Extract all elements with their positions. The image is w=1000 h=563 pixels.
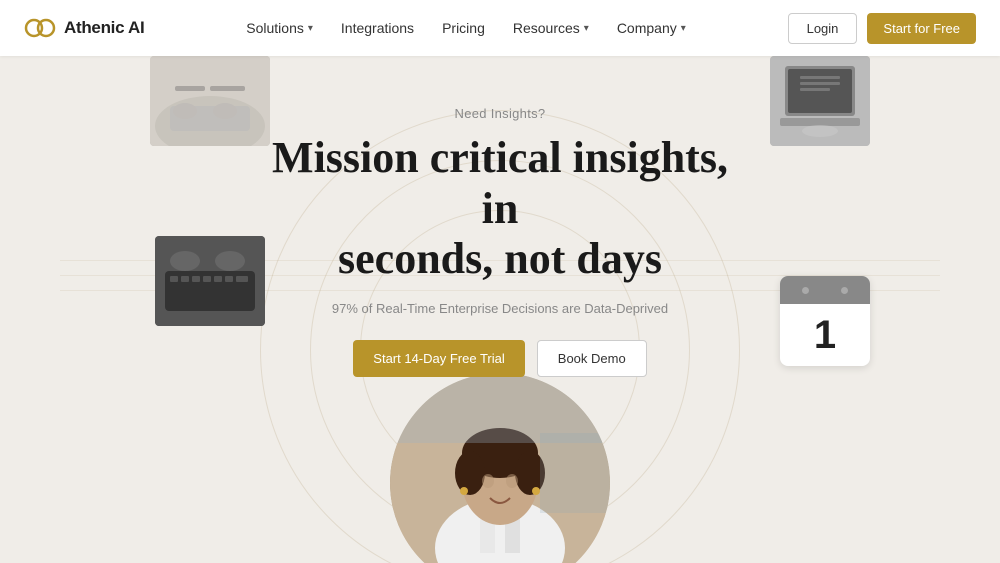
chevron-down-icon: ▾ <box>308 23 313 34</box>
start-free-button[interactable]: Start for Free <box>867 13 976 44</box>
keyboard-dark-image <box>155 236 265 326</box>
floating-image-mid-left <box>155 236 265 326</box>
nav-solutions[interactable]: Solutions ▾ <box>246 20 313 36</box>
calendar-widget: 1 <box>780 276 870 366</box>
laptop-overhead-image <box>770 56 870 146</box>
calendar-body: 1 <box>780 304 870 366</box>
demo-button[interactable]: Book Demo <box>537 340 647 377</box>
chevron-down-icon: ▾ <box>584 23 589 34</box>
floating-image-top-right <box>770 56 870 146</box>
navbar: Athenic AI Solutions ▾ Integrations Pric… <box>0 0 1000 56</box>
calendar-header <box>780 276 870 304</box>
logo-text: Athenic AI <box>64 18 144 38</box>
hero-buttons: Start 14-Day Free Trial Book Demo <box>250 340 750 377</box>
hero-section: Need Insights? Mission critical insights… <box>250 106 750 377</box>
logo-area: Athenic AI <box>24 18 144 38</box>
calendar-dot-left <box>802 287 809 294</box>
trial-button[interactable]: Start 14-Day Free Trial <box>353 340 525 377</box>
login-button[interactable]: Login <box>788 13 858 44</box>
nav-company[interactable]: Company ▾ <box>617 20 686 36</box>
nav-menu: Solutions ▾ Integrations Pricing Resourc… <box>246 20 686 36</box>
nav-resources[interactable]: Resources ▾ <box>513 20 589 36</box>
main-content: 1 Need Insights? Mission critical insigh… <box>0 56 1000 563</box>
calendar-day-number: 1 <box>814 315 836 355</box>
hero-title: Mission critical insights, in seconds, n… <box>250 133 750 285</box>
logo-icon <box>24 18 56 38</box>
hero-subtitle: Need Insights? <box>250 106 750 121</box>
chevron-down-icon: ▾ <box>681 23 686 34</box>
nav-actions: Login Start for Free <box>788 13 976 44</box>
nav-integrations[interactable]: Integrations <box>341 20 414 36</box>
hero-description: 97% of Real-Time Enterprise Decisions ar… <box>250 301 750 316</box>
nav-pricing[interactable]: Pricing <box>442 20 485 36</box>
calendar-dot-right <box>841 287 848 294</box>
